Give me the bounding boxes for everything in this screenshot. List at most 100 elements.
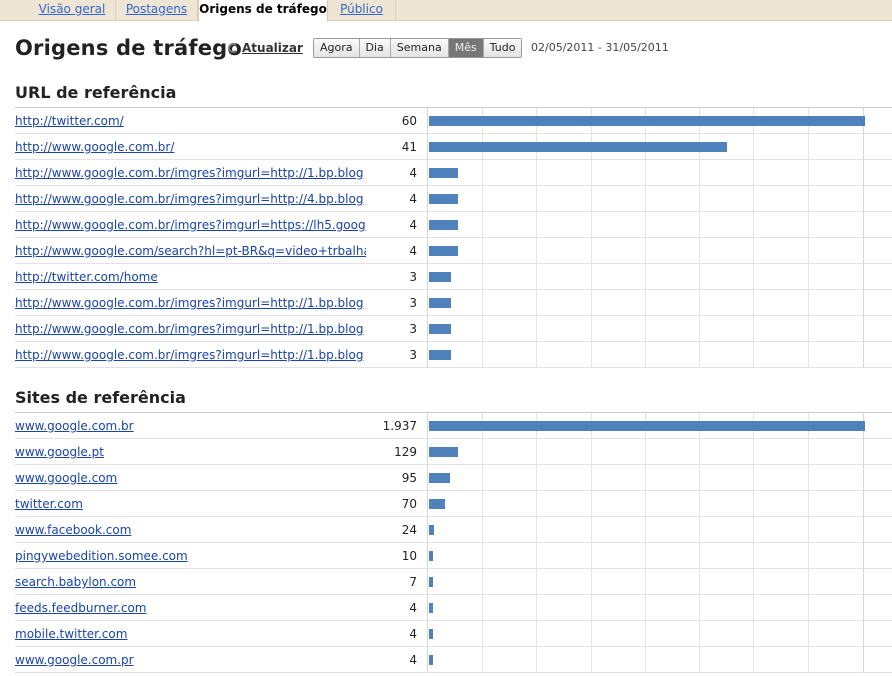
refresh-icon[interactable] xyxy=(228,43,238,53)
referring-site-bar xyxy=(429,603,433,613)
grid-line xyxy=(699,517,700,543)
range-all-button[interactable]: Tudo xyxy=(483,39,522,57)
referring-site-link[interactable]: www.google.com.br xyxy=(15,419,134,433)
referring-site-link[interactable]: www.google.com.pr xyxy=(15,653,134,667)
tab-audience-link[interactable]: Público xyxy=(340,2,383,16)
referring-url-link[interactable]: http://www.google.com.br/imgres?imgurl=h… xyxy=(15,296,363,310)
refresh-link[interactable]: Atualizar xyxy=(242,41,303,55)
grid-line xyxy=(591,238,592,264)
grid-line xyxy=(699,439,700,465)
referring-site-bar-cell xyxy=(427,465,864,491)
grid-line xyxy=(591,569,592,595)
grid-line xyxy=(645,517,646,543)
referring-site-count: 7 xyxy=(409,575,417,589)
referring-url-label: http://www.google.com.br/imgres?imgurl=h… xyxy=(15,218,366,232)
grid-line xyxy=(753,647,754,673)
grid-line xyxy=(645,212,646,238)
referring-site-bar-cell xyxy=(427,413,865,439)
grid-line xyxy=(699,212,700,238)
tab-audience[interactable]: Público xyxy=(328,0,396,21)
grid-line xyxy=(699,543,700,569)
grid-line xyxy=(591,465,592,491)
referring-url-link[interactable]: http://www.google.com.br/imgres?imgurl=h… xyxy=(15,166,363,180)
grid-line xyxy=(808,212,809,238)
grid-line xyxy=(645,290,646,316)
referring-url-bar xyxy=(429,350,451,360)
referring-site-link[interactable]: www.google.com xyxy=(15,471,117,485)
tab-overview-link[interactable]: Visão geral xyxy=(39,2,106,16)
refresh-control[interactable]: Atualizar xyxy=(228,41,303,55)
referring-url-bar-cell xyxy=(427,264,864,290)
referring-url-link[interactable]: http://www.google.com.br/imgres?imgurl=h… xyxy=(15,322,363,336)
referring-url-count: 4 xyxy=(409,166,417,180)
referring-site-link[interactable]: www.facebook.com xyxy=(15,523,131,537)
referring-site-label: mobile.twitter.com xyxy=(15,627,366,641)
grid-line xyxy=(645,238,646,264)
grid-line xyxy=(645,342,646,368)
grid-line xyxy=(753,342,754,368)
referring-site-bar-cell xyxy=(427,621,864,647)
referring-url-count: 3 xyxy=(409,270,417,284)
date-range-selector: Agora Dia Semana Mês Tudo xyxy=(313,38,523,58)
referring-site-link[interactable]: pingywebedition.somee.com xyxy=(15,549,188,563)
referring-site-bar-cell xyxy=(427,491,864,517)
range-week-button[interactable]: Semana xyxy=(390,39,449,57)
referring-url-link[interactable]: http://twitter.com/ xyxy=(15,114,124,128)
referring-site-bar-cell xyxy=(427,439,864,465)
referring-url-link[interactable]: http://www.google.com.br/imgres?imgurl=h… xyxy=(15,192,363,206)
date-range-text: 02/05/2011 - 31/05/2011 xyxy=(531,41,669,54)
referring-url-count: 4 xyxy=(409,244,417,258)
referring-url-link[interactable]: http://www.google.com.br/ xyxy=(15,140,174,154)
grid-line xyxy=(699,491,700,517)
referring-url-bar xyxy=(429,220,458,230)
grid-line xyxy=(536,595,537,621)
tab-posts[interactable]: Postagens xyxy=(116,0,198,21)
referring-site-label: feeds.feedburner.com xyxy=(15,601,366,615)
range-now-button[interactable]: Agora xyxy=(314,39,360,57)
tab-traffic-sources[interactable]: Origens de tráfego xyxy=(198,0,328,22)
referring-site-count: 10 xyxy=(401,549,417,563)
referring-url-bar-cell xyxy=(427,108,865,134)
tab-posts-link[interactable]: Postagens xyxy=(126,2,187,16)
referring-url-link[interactable]: http://www.google.com.br/imgres?imgurl=h… xyxy=(15,348,363,362)
grid-line xyxy=(753,160,754,186)
grid-line xyxy=(645,569,646,595)
referring-site-link[interactable]: mobile.twitter.com xyxy=(15,627,127,641)
referring-url-row: http://twitter.com/60 xyxy=(15,108,892,134)
grid-line xyxy=(482,517,483,543)
tab-overview[interactable]: Visão geral xyxy=(29,0,116,21)
grid-line xyxy=(536,316,537,342)
referring-site-link[interactable]: www.google.pt xyxy=(15,445,104,459)
referring-site-bar xyxy=(429,629,433,639)
referring-url-count: 60 xyxy=(401,114,417,128)
referring-site-label: www.google.com.br xyxy=(15,419,366,433)
referring-site-bar xyxy=(429,525,434,535)
grid-line xyxy=(482,212,483,238)
referring-url-link[interactable]: http://www.google.com.br/imgres?imgurl=h… xyxy=(15,218,366,232)
referring-url-link[interactable]: http://twitter.com/home xyxy=(15,270,158,284)
grid-line xyxy=(645,439,646,465)
referring-url-label: http://www.google.com.br/imgres?imgurl=h… xyxy=(15,192,366,206)
grid-line xyxy=(645,186,646,212)
referring-url-bar-cell xyxy=(427,186,864,212)
grid-line xyxy=(591,264,592,290)
grid-line xyxy=(482,491,483,517)
grid-line xyxy=(808,439,809,465)
grid-line xyxy=(536,290,537,316)
grid-line xyxy=(536,621,537,647)
grid-line xyxy=(645,465,646,491)
referring-site-link[interactable]: twitter.com xyxy=(15,497,83,511)
range-month-button[interactable]: Mês xyxy=(448,39,484,57)
referring-url-label: http://twitter.com/ xyxy=(15,114,366,128)
referring-site-bar xyxy=(429,551,433,561)
referring-url-bar-cell xyxy=(427,316,864,342)
range-day-button[interactable]: Dia xyxy=(359,39,391,57)
referring-site-bar xyxy=(429,421,865,431)
grid-line xyxy=(753,491,754,517)
grid-line xyxy=(699,186,700,212)
referring-site-bar-cell xyxy=(427,595,864,621)
referring-site-link[interactable]: search.babylon.com xyxy=(15,575,136,589)
referring-site-label: twitter.com xyxy=(15,497,366,511)
referring-site-link[interactable]: feeds.feedburner.com xyxy=(15,601,147,615)
referring-url-link[interactable]: http://www.google.com/search?hl=pt-BR&q=… xyxy=(15,244,366,258)
